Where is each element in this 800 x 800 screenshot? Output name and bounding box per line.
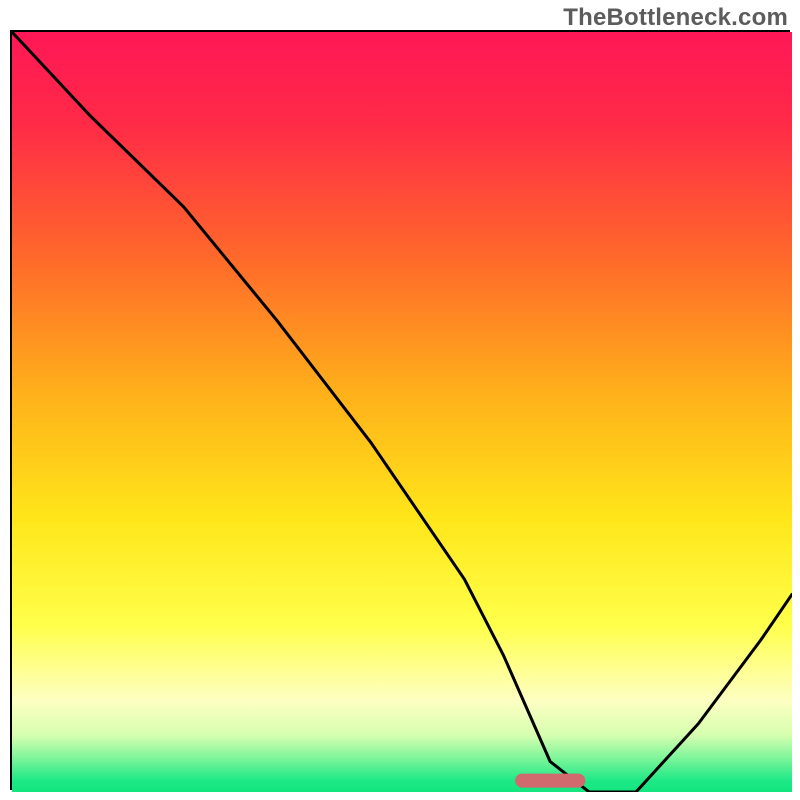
plot-frame <box>10 30 790 790</box>
optimal-range-marker <box>515 774 585 788</box>
plot-overlay <box>12 32 792 792</box>
chart-stage: TheBottleneck.com <box>0 0 800 800</box>
bottleneck-curve <box>12 32 792 792</box>
watermark-text: TheBottleneck.com <box>563 4 788 32</box>
